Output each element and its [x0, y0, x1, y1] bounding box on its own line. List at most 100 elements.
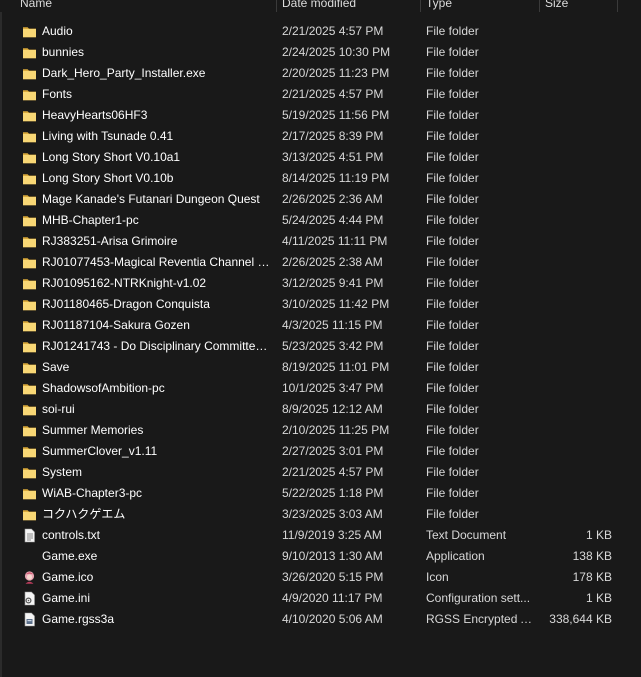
list-item[interactable]: soi-rui 8/9/2025 12:12 AM File folder: [0, 399, 641, 420]
file-name: Summer Memories: [42, 423, 144, 437]
file-size: 1 KB: [585, 591, 612, 605]
file-name: RJ383251-Arisa Grimoire: [42, 234, 178, 248]
file-date-modified: 2/21/2025 4:57 PM: [282, 87, 384, 101]
file-name: Long Story Short V0.10b: [42, 171, 174, 185]
file-name: MHB-Chapter1-pc: [42, 213, 139, 227]
list-item[interactable]: Long Story Short V0.10a1 3/13/2025 4:51 P…: [0, 147, 641, 168]
folder-icon: [22, 213, 37, 228]
file-size: [530, 189, 612, 210]
column-divider[interactable]: [420, 0, 421, 12]
file-size: [530, 21, 612, 42]
list-item[interactable]: RJ01187104-Sakura Gozen 4/3/2025 11:15 PM…: [0, 315, 641, 336]
list-item[interactable]: Game.exe 9/10/2013 1:30 AM Application 138 …: [0, 546, 641, 567]
file-type: File folder: [426, 297, 479, 311]
list-item[interactable]: System 2/21/2025 4:57 PM File folder: [0, 462, 641, 483]
file-type: Icon: [426, 570, 449, 584]
list-item[interactable]: RJ01095162-NTRKnight-v1.02 3/12/2025 9:41…: [0, 273, 641, 294]
file-type: File folder: [426, 423, 479, 437]
list-item[interactable]: Living with Tsunade 0.41 2/17/2025 8:39 P…: [0, 126, 641, 147]
file-name: bunnies: [42, 45, 85, 59]
column-header-date[interactable]: Date modified: [282, 0, 356, 12]
list-item[interactable]: controls.txt 11/9/2019 3:25 AM Text Docume…: [0, 525, 641, 546]
file-type: File folder: [426, 465, 479, 479]
file-size: [530, 357, 612, 378]
folder-icon: [22, 444, 37, 459]
file-size: 338,644 KB: [549, 612, 612, 626]
file-size: [530, 399, 612, 420]
file-name: Game.ico: [42, 570, 94, 584]
file-type: File folder: [426, 318, 479, 332]
file-size: [530, 210, 612, 231]
file-size: [530, 168, 612, 189]
file-date-modified: 2/17/2025 8:39 PM: [282, 129, 384, 143]
folder-icon: [22, 276, 37, 291]
file-size: [530, 84, 612, 105]
file-explorer: Name Date modified Type Size Audio 2/21/2…: [0, 0, 641, 677]
file-size: 178 KB: [572, 570, 612, 584]
file-size: 138 KB: [572, 549, 612, 563]
folder-icon: [22, 507, 37, 522]
file-date-modified: 5/23/2025 3:42 PM: [282, 339, 384, 353]
application-icon: [22, 549, 37, 564]
column-divider[interactable]: [539, 0, 540, 12]
column-header-name[interactable]: Name: [20, 0, 52, 12]
list-item[interactable]: Dark_Hero_Party_Installer.exe 2/20/2025 1…: [0, 63, 641, 84]
file-type: File folder: [426, 45, 479, 59]
file-size: [530, 483, 612, 504]
folder-icon: [22, 108, 37, 123]
list-item[interactable]: Fonts 2/21/2025 4:57 PM File folder: [0, 84, 641, 105]
file-name: System: [42, 465, 83, 479]
file-name: RJ01095162-NTRKnight-v1.02: [42, 276, 207, 290]
list-item[interactable]: RJ01180465-Dragon Conquista 3/10/2025 11:…: [0, 294, 641, 315]
file-type: File folder: [426, 234, 479, 248]
list-item[interactable]: SummerClover_v1.11 2/27/2025 3:01 PM File …: [0, 441, 641, 462]
list-item[interactable]: Game.ini 4/9/2020 11:17 PM Configuration s…: [0, 588, 641, 609]
list-item[interactable]: コクハクゲエム 3/23/2025 3:03 AM File folder: [0, 504, 641, 525]
list-item[interactable]: Game.rgss3a 4/10/2020 5:06 AM RGSS Encrypt…: [0, 609, 641, 630]
file-name: RJ01077453-Magical Reventia Channel 1...…: [42, 255, 270, 269]
list-item[interactable]: ShadowsofAmbition-pc 10/1/2025 3:47 PM Fil…: [0, 378, 641, 399]
file-date-modified: 10/1/2025 3:47 PM: [282, 381, 384, 395]
list-item[interactable]: Summer Memories 2/10/2025 11:25 PM File fo…: [0, 420, 641, 441]
folder-icon: [22, 381, 37, 396]
list-item[interactable]: Game.ico 3/26/2020 5:15 PM Icon 178 KB: [0, 567, 641, 588]
file-size: [530, 231, 612, 252]
column-divider[interactable]: [276, 0, 277, 12]
folder-icon: [22, 192, 37, 207]
column-header-size[interactable]: Size: [545, 0, 568, 12]
file-name: コクハクゲエム: [42, 507, 126, 521]
file-type: Application: [426, 549, 485, 563]
file-type: File folder: [426, 192, 479, 206]
list-item[interactable]: HeavyHearts06HF3 5/19/2025 11:56 PM File f…: [0, 105, 641, 126]
column-header-type[interactable]: Type: [426, 0, 452, 12]
file-date-modified: 5/22/2025 1:18 PM: [282, 486, 384, 500]
file-date-modified: 2/27/2025 3:01 PM: [282, 444, 384, 458]
file-date-modified: 4/11/2025 11:11 PM: [282, 234, 388, 248]
file-name: RJ01187104-Sakura Gozen: [42, 318, 190, 332]
list-item[interactable]: Save 8/19/2025 11:01 PM File folder: [0, 357, 641, 378]
list-item[interactable]: RJ383251-Arisa Grimoire 4/11/2025 11:11 P…: [0, 231, 641, 252]
file-name: controls.txt: [42, 528, 101, 542]
list-item[interactable]: bunnies 2/24/2025 10:30 PM File folder: [0, 42, 641, 63]
list-item[interactable]: Mage Kanade's Futanari Dungeon Quest 2/26…: [0, 189, 641, 210]
list-item[interactable]: RJ01241743 - Do Disciplinary Committee .…: [0, 336, 641, 357]
list-item[interactable]: RJ01077453-Magical Reventia Channel 1...…: [0, 252, 641, 273]
file-date-modified: 3/23/2025 3:03 AM: [282, 507, 383, 521]
config-file-icon: [22, 591, 37, 606]
file-date-modified: 3/13/2025 4:51 PM: [282, 150, 384, 164]
list-item[interactable]: Audio 2/21/2025 4:57 PM File folder: [0, 21, 641, 42]
file-date-modified: 9/10/2013 1:30 AM: [282, 549, 383, 563]
file-date-modified: 3/26/2020 5:15 PM: [282, 570, 384, 584]
column-divider[interactable]: [617, 0, 618, 12]
file-date-modified: 11/9/2019 3:25 AM: [282, 528, 382, 542]
list-item[interactable]: MHB-Chapter1-pc 5/24/2025 4:44 PM File fol…: [0, 210, 641, 231]
file-name: Dark_Hero_Party_Installer.exe: [42, 66, 206, 80]
folder-icon: [22, 66, 37, 81]
file-name: Fonts: [42, 87, 73, 101]
file-date-modified: 4/3/2025 11:15 PM: [282, 318, 383, 332]
list-item[interactable]: WiAB-Chapter3-pc 5/22/2025 1:18 PM File fo…: [0, 483, 641, 504]
file-date-modified: 2/26/2025 2:36 AM: [282, 192, 383, 206]
file-size: [530, 378, 612, 399]
list-item[interactable]: Long Story Short V0.10b 8/14/2025 11:19 P…: [0, 168, 641, 189]
file-size: [530, 294, 612, 315]
